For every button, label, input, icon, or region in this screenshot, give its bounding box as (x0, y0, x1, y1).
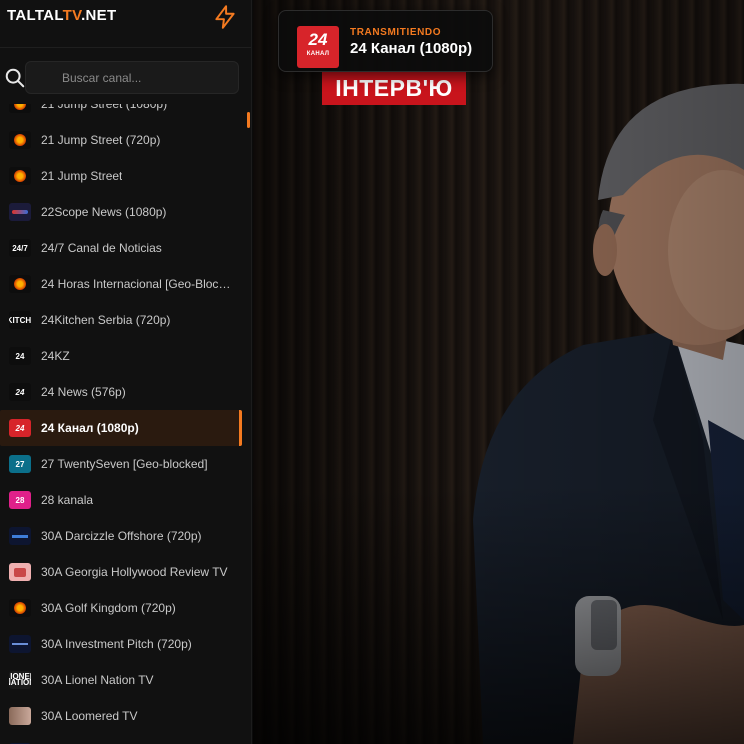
search-input[interactable] (25, 61, 239, 94)
channel-name: 27 TwentySeven [Geo-blocked] (41, 457, 208, 471)
channel-list-item[interactable]: 24/7 24/7 Canal de Noticias (0, 230, 242, 266)
channel-list-item[interactable]: 24KITCHEN 24Kitchen Serbia (720p) (0, 302, 242, 338)
channel-list-item[interactable]: 30A Darcizzle Offshore (720p) (0, 518, 242, 554)
channel-name: 24 Horas Internacional [Geo-Blocked] (41, 277, 231, 291)
channel-name: 22Scope News (1080p) (41, 205, 167, 219)
channel-logo (9, 203, 31, 221)
channel-logo: 24 (9, 419, 31, 437)
channel-list-item[interactable]: 30A Loomered TV (0, 698, 242, 734)
channel-logo: 24 (9, 383, 31, 401)
video-bottom-shade (253, 484, 744, 744)
channel-logo: 24 (9, 347, 31, 365)
channel-logo (9, 707, 31, 725)
video-player[interactable] (253, 0, 744, 744)
site-logo[interactable]: TALTALTV.NET (7, 7, 116, 24)
channel-name: 24Kitchen Serbia (720p) (41, 313, 171, 327)
lightning-bolt-icon[interactable] (212, 4, 238, 30)
channel-list-item[interactable]: 24 Horas Internacional [Geo-Blocked] (0, 266, 242, 302)
channel-logo (9, 275, 31, 293)
channel-list[interactable]: 21 Jump Street (1080p) 21 Jump Street (72… (0, 104, 244, 744)
logo-accent: TV (62, 7, 82, 24)
channel-list-item[interactable]: 21 Jump Street (0, 158, 242, 194)
channel-name: 30A Investment Pitch (720p) (41, 637, 192, 651)
now-playing-card: 24 КАНАЛ TRANSMITIENDO 24 Канал (1080p) (278, 10, 493, 72)
channel-list-item[interactable]: 30A Investment Pitch (720p) (0, 626, 242, 662)
channel-name: 21 Jump Street (1080p) (41, 104, 168, 111)
channel-name: 24 Канал (1080p) (41, 421, 139, 435)
logo-suffix: .NET (81, 7, 117, 24)
channel-logo: 24KITCHEN (9, 311, 31, 329)
sidebar: TALTALTV.NET 21 Jump Street (1080p)21 Ju… (0, 0, 252, 744)
channel-list-item[interactable]: 24 24 News (576p) (0, 374, 242, 410)
channel-logo (9, 167, 31, 185)
now-playing-logo-number: 24 (308, 30, 328, 49)
search-icon[interactable] (4, 67, 26, 89)
channel-name: 28 kanala (41, 493, 94, 507)
channel-logo (9, 527, 31, 545)
channel-name: 30A Loomered TV (41, 709, 138, 723)
channel-list-item[interactable]: 27 27 TwentySeven [Geo-blocked] (0, 446, 242, 482)
channel-name: 30A Golf Kingdom (720p) (41, 601, 176, 615)
channel-list-item[interactable]: 30A Georgia Hollywood Review TV (0, 554, 242, 590)
channel-name: 30A Darcizzle Offshore (720p) (41, 529, 202, 543)
channel-name: 24KZ (41, 349, 70, 363)
channel-name: 24/7 Canal de Noticias (41, 241, 162, 255)
channel-logo: 28 (9, 491, 31, 509)
channel-list-item[interactable]: 24 24 Канал (1080p) (0, 410, 242, 446)
channel-list-item[interactable]: LIONEL NATION 30A Lionel Nation TV (0, 662, 242, 698)
sidebar-header: TALTALTV.NET (0, 0, 251, 48)
channel-name: 21 Jump Street (720p) (41, 133, 161, 147)
now-playing-status: TRANSMITIENDO (350, 27, 442, 38)
channel-list-item[interactable]: 28 28 kanala (0, 482, 242, 518)
channel-list-item[interactable] (0, 734, 242, 744)
channel-logo (9, 104, 31, 113)
channel-name: 21 Jump Street (41, 169, 123, 183)
channel-logo (9, 563, 31, 581)
logo-main: TALTAL (7, 7, 63, 24)
channel-name: 30A Lionel Nation TV (41, 673, 154, 687)
channel-logo: LIONEL NATION (9, 671, 31, 689)
channel-logo: 24/7 (9, 239, 31, 257)
channel-logo (9, 599, 31, 617)
channel-list-item[interactable]: 21 Jump Street (720p) (0, 122, 242, 158)
channel-logo (9, 635, 31, 653)
channel-logo: 27 (9, 455, 31, 473)
scrollbar-thumb[interactable] (247, 112, 250, 128)
channel-name: 30A Georgia Hollywood Review TV (41, 565, 228, 579)
channel-list-item[interactable]: 24 24KZ (0, 338, 242, 374)
now-playing-channel-logo: 24 КАНАЛ (297, 26, 339, 68)
channel-list-item[interactable]: 21 Jump Street (1080p) (0, 104, 242, 122)
channel-list-item[interactable]: 22Scope News (1080p) (0, 194, 242, 230)
now-playing-logo-sub: КАНАЛ (306, 51, 330, 57)
channel-list-item[interactable]: 30A Golf Kingdom (720p) (0, 590, 242, 626)
now-playing-title: 24 Канал (1080p) (350, 40, 473, 57)
channel-logo (9, 131, 31, 149)
channel-name: 24 News (576p) (41, 385, 126, 399)
video-caption-overlay: ІНТЕРВ'Ю (322, 72, 466, 105)
